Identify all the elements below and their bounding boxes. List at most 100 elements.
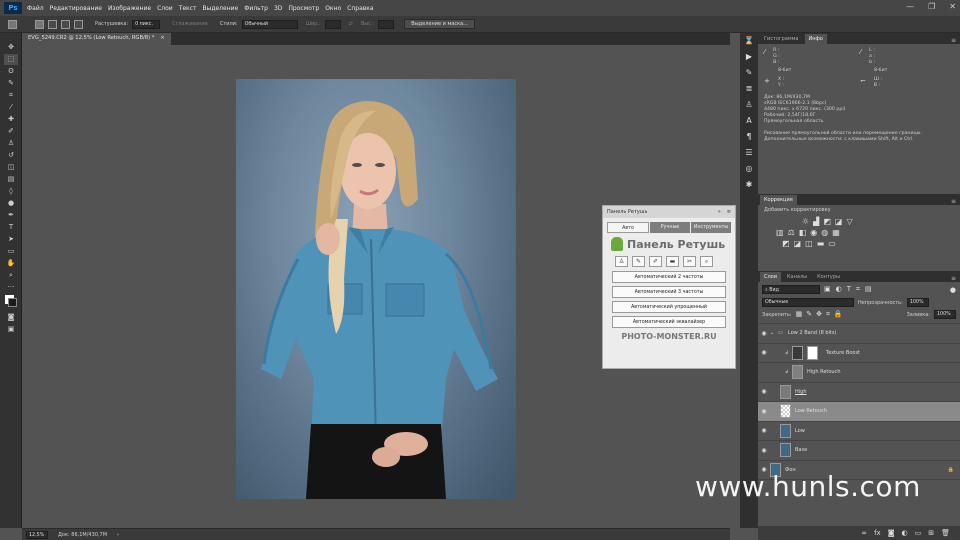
visibility-eye-icon[interactable]: ◉: [758, 349, 770, 356]
new-adjustment-icon[interactable]: ◐: [902, 529, 908, 537]
panel-menu-icon[interactable]: ≡: [727, 209, 731, 215]
visibility-eye-icon[interactable]: ◉: [758, 388, 770, 395]
layer-filter-select[interactable]: ⌕ Вид: [762, 285, 820, 294]
gradient-map-icon[interactable]: ▬: [817, 239, 825, 248]
selective-color-icon[interactable]: ▭: [828, 239, 836, 248]
tab-layers[interactable]: Слои: [760, 272, 781, 282]
pen-tool-icon[interactable]: ✒: [4, 210, 18, 221]
menu-type[interactable]: Текст: [179, 5, 197, 12]
path-select-tool-icon[interactable]: ➤: [4, 234, 18, 245]
status-arrow-icon[interactable]: ›: [117, 532, 119, 538]
document-image[interactable]: [236, 79, 516, 499]
menu-3d[interactable]: 3D: [274, 5, 282, 12]
menu-layers[interactable]: Слои: [157, 5, 173, 12]
layer-row[interactable]: ◉ ⌄ ▭ Low 2 Band (8 bits): [758, 324, 960, 344]
color-lookup-icon[interactable]: ▦: [832, 228, 840, 237]
close-tab-icon[interactable]: ×: [160, 35, 164, 43]
add-mask-icon[interactable]: ◙: [888, 529, 895, 537]
layer-row-selected[interactable]: ◉ Low Retouch: [758, 402, 960, 422]
menu-filter[interactable]: Фильтр: [244, 5, 268, 12]
auto-simplified-button[interactable]: Автоматический упрощенный: [612, 301, 726, 313]
history-brush-tool-icon[interactable]: ↺: [4, 150, 18, 161]
crop-tool-icon[interactable]: ⌗: [4, 90, 18, 101]
tab-manual[interactable]: Ручные: [650, 222, 690, 233]
restore-button[interactable]: ❐: [928, 2, 935, 11]
fx-icon[interactable]: fx: [874, 529, 881, 537]
brightness-icon[interactable]: ☼: [802, 217, 809, 226]
menu-select[interactable]: Выделение: [202, 5, 238, 12]
vibrance-icon[interactable]: ▽: [846, 217, 852, 226]
zoom-field[interactable]: 12,5%: [26, 530, 48, 539]
brush-settings-icon[interactable]: ✎: [740, 65, 758, 81]
tab-info[interactable]: Инфо: [804, 34, 827, 44]
healing-tool-icon[interactable]: ✚: [4, 114, 18, 125]
auto-equalizer-button[interactable]: Автоматический эквалайзер: [612, 316, 726, 328]
brush-icon[interactable]: ✎: [632, 256, 645, 267]
hand-tool-icon[interactable]: ✋: [4, 258, 18, 269]
zoom-icon[interactable]: ⌕: [700, 256, 713, 267]
paragraph-icon[interactable]: ¶: [740, 129, 758, 145]
collapse-icon[interactable]: »: [718, 209, 721, 215]
visibility-eye-icon[interactable]: ◉: [758, 408, 770, 415]
threshold-icon[interactable]: ◫: [805, 239, 813, 248]
actions-play-icon[interactable]: ▶: [740, 49, 758, 65]
menu-file[interactable]: Файл: [27, 5, 44, 12]
select-and-mask-button[interactable]: Выделение и маска...: [404, 19, 475, 29]
eraser-tool-icon[interactable]: ◫: [4, 162, 18, 173]
new-group-icon[interactable]: ▭: [915, 529, 922, 537]
hue-sat-icon[interactable]: ▥: [776, 228, 784, 237]
layers-menu-icon[interactable]: ≡: [951, 275, 956, 282]
posterize-icon[interactable]: ◪: [794, 239, 802, 248]
opacity-input[interactable]: 100%: [906, 298, 929, 307]
intersect-selection-icon[interactable]: [74, 19, 83, 29]
eraser-icon[interactable]: ▬: [666, 256, 679, 267]
layer-row[interactable]: ◉ Low: [758, 422, 960, 441]
document-tab[interactable]: EVG_5249.CR2 @ 12,5% (Low Retouch, RGB/8…: [22, 33, 171, 45]
stamp-icon[interactable]: ♙: [615, 256, 628, 267]
corrections-menu-icon[interactable]: ≡: [951, 198, 956, 205]
menu-window[interactable]: Окно: [325, 5, 341, 12]
add-selection-icon[interactable]: [48, 19, 57, 29]
zoom-tool-icon[interactable]: ⌕: [4, 270, 18, 281]
brush-tool-icon[interactable]: ✐: [4, 126, 18, 137]
antialias-checkbox[interactable]: Сглаживание: [172, 21, 208, 27]
dodge-burn-icon[interactable]: ✂: [683, 256, 696, 267]
clone-source-icon[interactable]: ♙: [740, 97, 758, 113]
quick-select-tool-icon[interactable]: ✎: [4, 78, 18, 89]
stamp-tool-icon[interactable]: ♙: [4, 138, 18, 149]
layer-row[interactable]: ◉ High: [758, 383, 960, 402]
info-menu-icon[interactable]: ≡: [951, 37, 956, 44]
new-selection-icon[interactable]: [35, 19, 44, 29]
layer-row[interactable]: ◉ Base: [758, 441, 960, 461]
channel-mixer-icon[interactable]: ◍: [821, 228, 828, 237]
height-input[interactable]: [378, 19, 395, 29]
visibility-eye-icon[interactable]: ◉: [758, 427, 770, 434]
properties-icon[interactable]: ☰: [740, 145, 758, 161]
rect-marquee-tool-icon[interactable]: ⬚: [4, 54, 18, 65]
3d-icon[interactable]: ◎: [740, 161, 758, 177]
dodge-tool-icon[interactable]: ●: [4, 198, 18, 209]
tab-channels[interactable]: Каналы: [783, 272, 811, 282]
visibility-eye-icon[interactable]: ◉: [758, 447, 770, 454]
auto-2-freq-button[interactable]: Автоматический 2 частоты: [612, 271, 726, 283]
history-icon[interactable]: ⌛: [740, 33, 758, 49]
exposure-icon[interactable]: ◪: [835, 217, 843, 226]
lasso-tool-icon[interactable]: ʘ: [4, 66, 18, 77]
menu-edit[interactable]: Редактирование: [50, 5, 102, 12]
layer-row[interactable]: ◉ ↲ High Retouch: [758, 363, 960, 383]
close-button[interactable]: ✕: [949, 2, 956, 11]
shape-tool-icon[interactable]: ▭: [4, 246, 18, 257]
photo-filter-icon[interactable]: ◉: [810, 228, 817, 237]
width-input[interactable]: [324, 19, 341, 29]
filter-toggle-icon[interactable]: ●: [950, 286, 956, 294]
blur-tool-icon[interactable]: ◊: [4, 186, 18, 197]
tab-auto[interactable]: Авто: [607, 222, 649, 233]
link-layers-icon[interactable]: ∞: [861, 529, 867, 537]
tab-paths[interactable]: Контуры: [813, 272, 844, 282]
healing-icon[interactable]: ✐: [649, 256, 662, 267]
color-swatches-icon[interactable]: [4, 295, 18, 311]
levels-icon[interactable]: ▟: [813, 217, 819, 226]
fill-input[interactable]: 100%: [934, 310, 956, 319]
marquee-tool-preset[interactable]: [8, 19, 17, 29]
menu-view[interactable]: Просмотр: [288, 5, 319, 12]
